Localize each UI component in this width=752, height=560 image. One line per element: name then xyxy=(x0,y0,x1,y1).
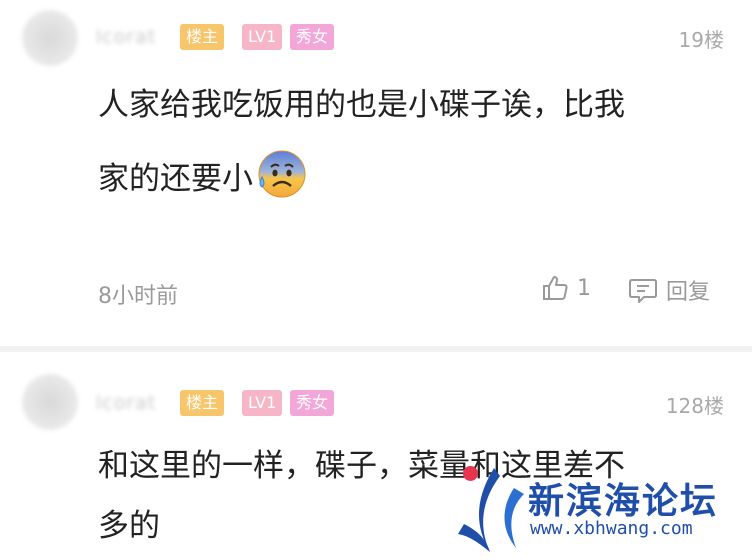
comment-line: 人家给我吃饭用的也是小碟子诶，比我 xyxy=(98,87,625,123)
thumbs-up-icon xyxy=(543,276,568,300)
badge-level: LV1 xyxy=(242,24,283,50)
badge-host: 楼主 xyxy=(180,24,225,50)
watermark: 新滨海论坛 www.xbhwang.com xyxy=(450,458,752,560)
comment-line: 家的还要小 xyxy=(98,161,253,197)
badge-level: LV1 xyxy=(242,390,283,416)
speech-bubble-icon xyxy=(629,279,657,303)
avatar[interactable] xyxy=(22,10,78,66)
watermark-dot xyxy=(463,466,478,481)
floor-number: 19楼 xyxy=(678,28,724,52)
comment-text: 人家给我吃饭用的也是小碟子诶，比我 家的还要小 xyxy=(98,68,625,216)
watermark-name: 新滨海论坛 xyxy=(528,481,719,522)
username[interactable]: lcorat xyxy=(96,392,156,414)
badge-host: 楼主 xyxy=(180,390,225,416)
username[interactable]: lcorat xyxy=(96,26,156,48)
comment-card: lcorat 楼主 LV1 秀女 19楼 人家给我吃饭用的也是小碟子诶，比我 家… xyxy=(0,0,752,346)
floor-number: 128楼 xyxy=(665,394,724,418)
reply-label: 回复 xyxy=(666,280,711,305)
like-button[interactable]: 1 xyxy=(541,274,591,302)
like-count: 1 xyxy=(577,275,591,301)
comment-time: 8小时前 xyxy=(98,284,178,309)
avatar[interactable] xyxy=(22,374,78,430)
anxious-sweat-face-icon xyxy=(258,150,306,198)
comment-line-with-emoji: 家的还要小 xyxy=(98,142,625,216)
badge-title: 秀女 xyxy=(290,390,335,416)
reply-button[interactable]: 回复 xyxy=(628,274,710,306)
watermark-url: www.xbhwang.com xyxy=(530,518,693,539)
badge-title: 秀女 xyxy=(290,24,335,50)
